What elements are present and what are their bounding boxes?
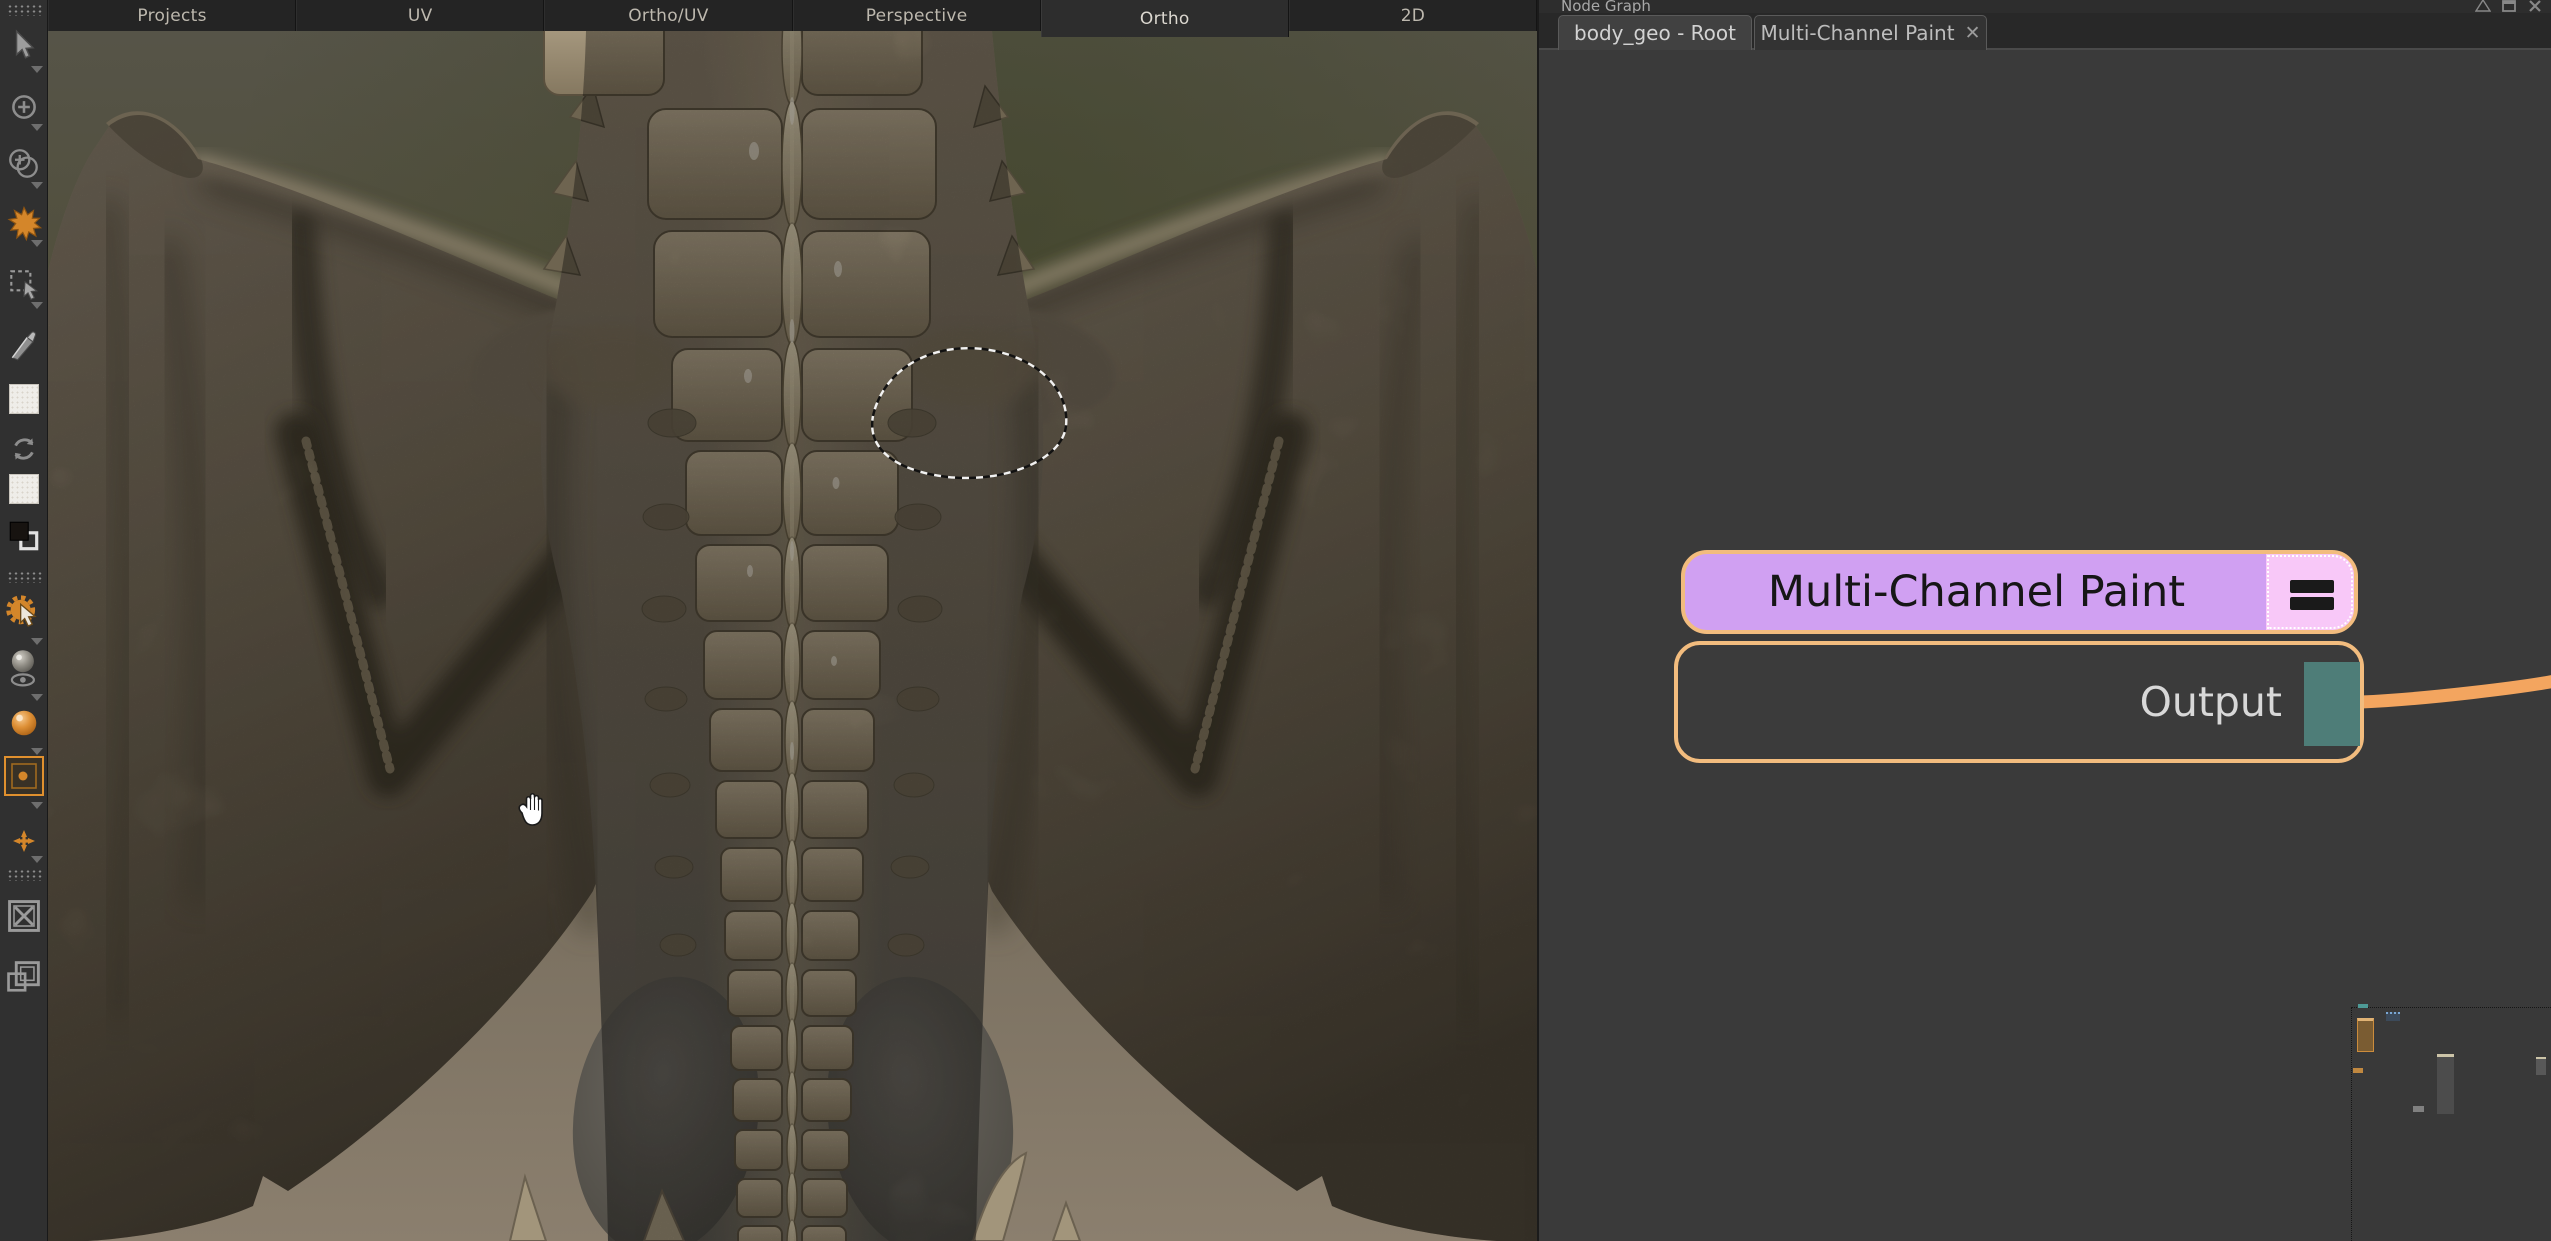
viewport-tab-bar: Projects UV Ortho/UV Perspective Ortho 2… bbox=[48, 0, 1537, 31]
paint-swatch[interactable] bbox=[9, 384, 39, 414]
paint-brush-tool[interactable] bbox=[5, 204, 43, 242]
fg-bg-squares-icon bbox=[6, 518, 42, 554]
tab-ortho-uv[interactable]: Ortho/UV bbox=[544, 0, 792, 31]
knife-icon bbox=[6, 328, 42, 364]
tools-palette bbox=[0, 0, 48, 1241]
select-cursor-tool[interactable] bbox=[7, 28, 41, 62]
node-title: Multi-Channel Paint bbox=[1685, 554, 2268, 630]
clear-selection-tool[interactable] bbox=[4, 896, 44, 936]
tool-submenu-caret bbox=[31, 124, 43, 131]
move-pivot-tool[interactable] bbox=[9, 826, 39, 856]
duplicate-view-tool[interactable] bbox=[6, 146, 42, 182]
tool-submenu-caret bbox=[31, 856, 43, 863]
tool-submenu-caret bbox=[31, 694, 43, 701]
paint-target-tool[interactable] bbox=[4, 756, 44, 796]
tool-submenu-caret bbox=[31, 240, 43, 247]
minimap-small-node bbox=[2536, 1057, 2546, 1075]
close-panel-icon[interactable] bbox=[2525, 0, 2545, 12]
layer-frames-tool[interactable] bbox=[3, 956, 45, 998]
tab-label: body_geo - Root bbox=[1574, 21, 1736, 45]
dragon-model bbox=[48, 31, 1537, 1241]
swap-arrows-icon bbox=[5, 430, 43, 468]
node-header[interactable]: Multi-Channel Paint bbox=[1681, 550, 2358, 634]
gear-cursor-icon bbox=[4, 592, 44, 632]
tab-projects[interactable]: Projects bbox=[48, 0, 296, 31]
marquee-cursor-icon bbox=[6, 266, 42, 302]
slice-knife-tool[interactable] bbox=[6, 328, 42, 364]
multi-channel-paint-node[interactable]: Output Multi-Channel Paint bbox=[1674, 550, 2364, 763]
node-menu-handle[interactable] bbox=[2266, 554, 2354, 630]
node-graph-tab-bar: body_geo - Root Multi-Channel Paint ✕ bbox=[1539, 13, 2551, 50]
minimap-gray-node bbox=[2437, 1054, 2454, 1114]
3d-viewport-canvas[interactable] bbox=[48, 31, 1537, 1241]
palette-drag-grip[interactable] bbox=[6, 570, 42, 583]
tab-label: Multi-Channel Paint bbox=[1761, 21, 1955, 45]
menu-bar-icon bbox=[2290, 580, 2334, 593]
tool-submenu-caret bbox=[31, 638, 43, 645]
minimap-blue-node bbox=[2386, 1012, 2400, 1021]
node-graph-panel: Node Graph body_geo - Root Multi-Channel… bbox=[1537, 0, 2551, 1241]
orange-cross-icon bbox=[9, 826, 39, 856]
3d-viewport: Projects UV Ortho/UV Perspective Ortho 2… bbox=[48, 0, 1537, 1241]
transform-gear-tool[interactable] bbox=[4, 592, 44, 632]
overlapping-squares-icon bbox=[3, 956, 45, 998]
node-output-port[interactable] bbox=[2304, 662, 2360, 746]
tab-multi-channel-paint[interactable]: Multi-Channel Paint ✕ bbox=[1754, 15, 1987, 50]
two-circles-plus-icon bbox=[6, 146, 42, 182]
x-square-icon bbox=[4, 896, 44, 936]
application-window: Projects UV Ortho/UV Perspective Ortho 2… bbox=[0, 0, 2551, 1241]
zoom-add-tool[interactable] bbox=[7, 90, 41, 124]
foreground-background-colors[interactable] bbox=[6, 518, 42, 554]
palette-drag-grip[interactable] bbox=[6, 3, 42, 16]
tab-uv[interactable]: UV bbox=[296, 0, 544, 31]
tab-body-geo-root[interactable]: body_geo - Root bbox=[1558, 15, 1752, 50]
close-tab-icon[interactable]: ✕ bbox=[1965, 22, 1981, 44]
tab-perspective[interactable]: Perspective bbox=[793, 0, 1041, 31]
tool-submenu-caret bbox=[31, 302, 43, 309]
node-body[interactable]: Output bbox=[1674, 641, 2364, 763]
node-graph-title: Node Graph bbox=[1561, 0, 1651, 13]
node-output-label: Output bbox=[2140, 645, 2282, 759]
shader-eye-tool[interactable] bbox=[4, 648, 44, 692]
sphere-preview-tool[interactable] bbox=[5, 704, 43, 742]
tool-submenu-caret bbox=[31, 66, 43, 73]
marquee-select-tool[interactable] bbox=[6, 266, 42, 302]
tool-submenu-caret bbox=[31, 182, 43, 189]
minimap-selected-node bbox=[2357, 1018, 2374, 1052]
fill-swatch[interactable] bbox=[9, 474, 39, 504]
float-window-icon[interactable] bbox=[2499, 0, 2519, 12]
circle-plus-icon bbox=[7, 90, 41, 124]
menu-bar-icon bbox=[2290, 597, 2334, 610]
paint-target-icon bbox=[9, 761, 39, 791]
minimap-teal-node bbox=[2358, 1004, 2368, 1008]
swap-colors-tool[interactable] bbox=[5, 430, 43, 468]
minimap-orange-dash bbox=[2353, 1068, 2363, 1073]
cursor-arrow-icon bbox=[7, 28, 41, 62]
tab-ortho[interactable]: Ortho bbox=[1041, 0, 1289, 37]
palette-drag-grip[interactable] bbox=[6, 868, 42, 881]
sphere-eye-icon bbox=[4, 648, 44, 692]
tool-submenu-caret bbox=[31, 748, 43, 755]
minimap-gray-dash bbox=[2413, 1106, 2424, 1112]
dock-triangle-icon[interactable] bbox=[2473, 0, 2493, 12]
tool-submenu-caret bbox=[31, 802, 43, 809]
node-graph-minimap[interactable] bbox=[2351, 1007, 2551, 1241]
node-graph-titlebar: Node Graph bbox=[1539, 0, 2551, 13]
tab-2d[interactable]: 2D bbox=[1289, 0, 1537, 31]
orange-sphere-icon bbox=[5, 704, 43, 742]
paint-splat-icon bbox=[5, 204, 43, 242]
